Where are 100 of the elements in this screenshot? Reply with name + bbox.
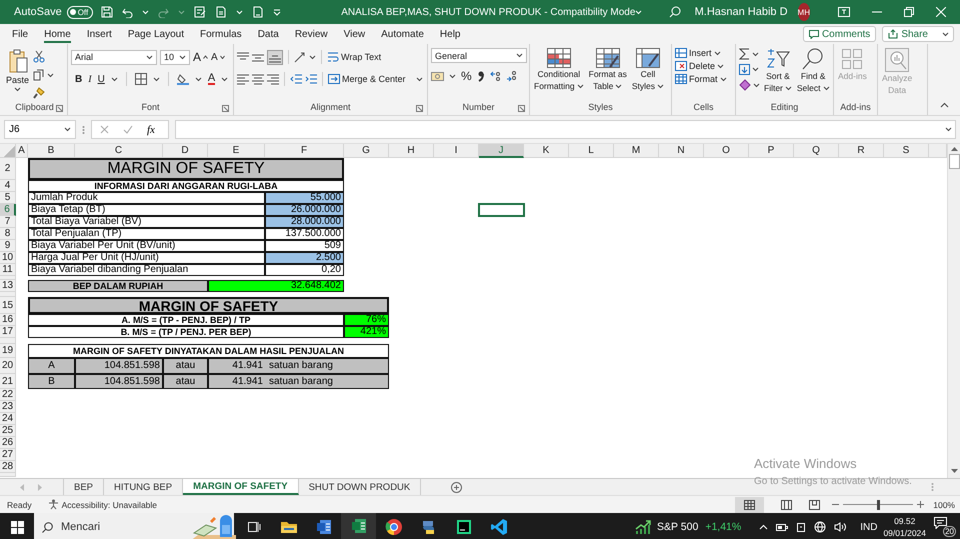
row-header[interactable]: 26 bbox=[0, 437, 16, 449]
insert-function-button[interactable]: fx bbox=[147, 124, 155, 136]
clock[interactable]: 09.52 09/01/2024 bbox=[883, 515, 926, 539]
row-header[interactable]: 28 bbox=[0, 461, 16, 473]
row-header[interactable]: 11 bbox=[0, 264, 16, 276]
normal-view-icon[interactable] bbox=[744, 500, 756, 510]
row-header[interactable]: 17 bbox=[0, 326, 16, 338]
editing-button[interactable]: Find & Select bbox=[796, 48, 831, 94]
document-icon[interactable] bbox=[252, 6, 264, 18]
collapse-ribbon-icon[interactable] bbox=[940, 102, 949, 108]
share-button[interactable]: Share bbox=[882, 26, 954, 42]
cut-icon[interactable] bbox=[33, 50, 46, 63]
font-size-field[interactable]: 10 bbox=[160, 50, 190, 64]
column-header[interactable]: R bbox=[839, 144, 884, 158]
row-header[interactable]: 24 bbox=[0, 413, 16, 425]
page-break-view-icon[interactable] bbox=[809, 500, 820, 510]
scrollbar-thumb[interactable] bbox=[948, 154, 960, 169]
ribbon-tab[interactable]: Home bbox=[36, 24, 79, 44]
orientation-icon[interactable] bbox=[294, 51, 306, 63]
row-header[interactable]: 6 bbox=[0, 204, 16, 216]
ribbon-tab[interactable]: View bbox=[336, 24, 374, 44]
undo-icon[interactable] bbox=[122, 6, 134, 18]
ribbon-tab[interactable]: File bbox=[4, 24, 36, 44]
styles-button[interactable]: Format as Table bbox=[588, 48, 628, 92]
ribbon-tab[interactable]: Review bbox=[286, 24, 336, 44]
ribbon-tab[interactable]: Page Layout bbox=[120, 24, 192, 44]
dialog-launcher-icon[interactable] bbox=[56, 105, 63, 112]
cells-button[interactable]: Insert bbox=[675, 48, 727, 58]
notification-button[interactable]: 20 bbox=[934, 517, 956, 537]
zoom-in-icon[interactable] bbox=[917, 501, 924, 508]
paste-button[interactable]: Paste bbox=[5, 48, 30, 92]
wrap-text-button[interactable]: Wrap Text bbox=[327, 51, 382, 63]
row-header[interactable]: 2 bbox=[0, 158, 16, 180]
align-left-icon[interactable] bbox=[237, 74, 249, 84]
search-box[interactable]: Mencari bbox=[34, 513, 234, 539]
share-icon[interactable] bbox=[888, 29, 898, 39]
align-top-icon[interactable] bbox=[237, 52, 249, 62]
row-header[interactable]: 19 bbox=[0, 344, 16, 358]
ribbon-tab[interactable]: Automate bbox=[373, 24, 432, 44]
grow-font-button[interactable]: A bbox=[193, 50, 208, 64]
editing-button[interactable]: Sort & Filter bbox=[763, 48, 793, 94]
volume-icon[interactable] bbox=[834, 522, 846, 532]
column-header[interactable]: G bbox=[344, 144, 389, 158]
cells-button[interactable]: Format bbox=[675, 74, 727, 84]
column-header[interactable]: Q bbox=[794, 144, 839, 158]
ribbon-tab[interactable]: Help bbox=[432, 24, 468, 44]
user-avatar[interactable]: MH bbox=[798, 3, 810, 21]
percent-button[interactable]: % bbox=[461, 69, 472, 83]
row-header[interactable]: 27 bbox=[0, 449, 16, 461]
row-header[interactable]: 21 bbox=[0, 374, 16, 389]
user-name[interactable]: M.Hasnan Habib D bbox=[694, 6, 788, 18]
search-icon[interactable] bbox=[669, 6, 682, 18]
merge-icon[interactable] bbox=[328, 73, 340, 85]
row-header[interactable]: 8 bbox=[0, 228, 16, 240]
column-header[interactable]: B bbox=[28, 144, 75, 158]
font-name-field[interactable]: Arial bbox=[71, 50, 157, 64]
sheet-tab[interactable]: MARGIN OF SAFETY bbox=[183, 479, 299, 495]
ribbon-display-icon[interactable] bbox=[838, 7, 850, 17]
bold-button[interactable]: B bbox=[75, 74, 82, 84]
column-header[interactable]: A bbox=[16, 144, 28, 158]
column-header[interactable]: O bbox=[704, 144, 749, 158]
language-indicator[interactable]: IND bbox=[860, 522, 878, 532]
wrap-text-icon[interactable] bbox=[327, 51, 339, 63]
stock-chart-icon[interactable] bbox=[635, 519, 652, 535]
format-painter-icon[interactable] bbox=[33, 87, 46, 99]
column-header[interactable]: C bbox=[75, 144, 163, 158]
fill-down-icon[interactable] bbox=[739, 64, 750, 75]
styles-button[interactable]: Cell Styles bbox=[630, 48, 666, 92]
copy-icon[interactable] bbox=[33, 69, 46, 81]
dialog-launcher-icon[interactable] bbox=[518, 105, 525, 112]
ribbon-tab[interactable]: Formulas bbox=[192, 24, 250, 44]
align-middle-icon[interactable] bbox=[252, 52, 264, 62]
decrease-decimal-icon[interactable] bbox=[506, 70, 517, 82]
comma-style-icon[interactable] bbox=[476, 70, 485, 82]
accessibility-status[interactable]: Accessibility: Unavailable bbox=[62, 500, 158, 510]
name-box[interactable]: J6 bbox=[4, 120, 76, 139]
selected-cell[interactable] bbox=[478, 203, 525, 217]
column-header[interactable]: D bbox=[163, 144, 208, 158]
row-header[interactable]: 10 bbox=[0, 252, 16, 264]
start-icon[interactable] bbox=[10, 520, 24, 534]
autosave-toggle[interactable]: Off bbox=[66, 6, 94, 18]
row-header[interactable]: 13 bbox=[0, 280, 16, 292]
row-header[interactable]: 15 bbox=[0, 297, 16, 314]
currency-icon[interactable] bbox=[431, 70, 444, 82]
battery-icon[interactable] bbox=[776, 522, 788, 532]
align-right-icon[interactable] bbox=[267, 74, 279, 84]
merge-center-button[interactable]: Merge & Center bbox=[328, 73, 423, 85]
column-header[interactable]: N bbox=[659, 144, 704, 158]
column-header[interactable]: P bbox=[749, 144, 794, 158]
row-header[interactable]: 20 bbox=[0, 358, 16, 374]
column-header[interactable]: M bbox=[614, 144, 659, 158]
ribbon-tab[interactable]: Insert bbox=[78, 24, 120, 44]
document-icon[interactable] bbox=[215, 6, 228, 18]
restore-icon[interactable] bbox=[904, 7, 914, 17]
italic-button[interactable]: I bbox=[88, 74, 92, 84]
row-header[interactable]: 16 bbox=[0, 314, 16, 326]
row-header[interactable]: 25 bbox=[0, 425, 16, 437]
form-icon[interactable] bbox=[194, 6, 206, 18]
column-header[interactable]: I bbox=[434, 144, 479, 158]
column-header[interactable]: L bbox=[569, 144, 614, 158]
